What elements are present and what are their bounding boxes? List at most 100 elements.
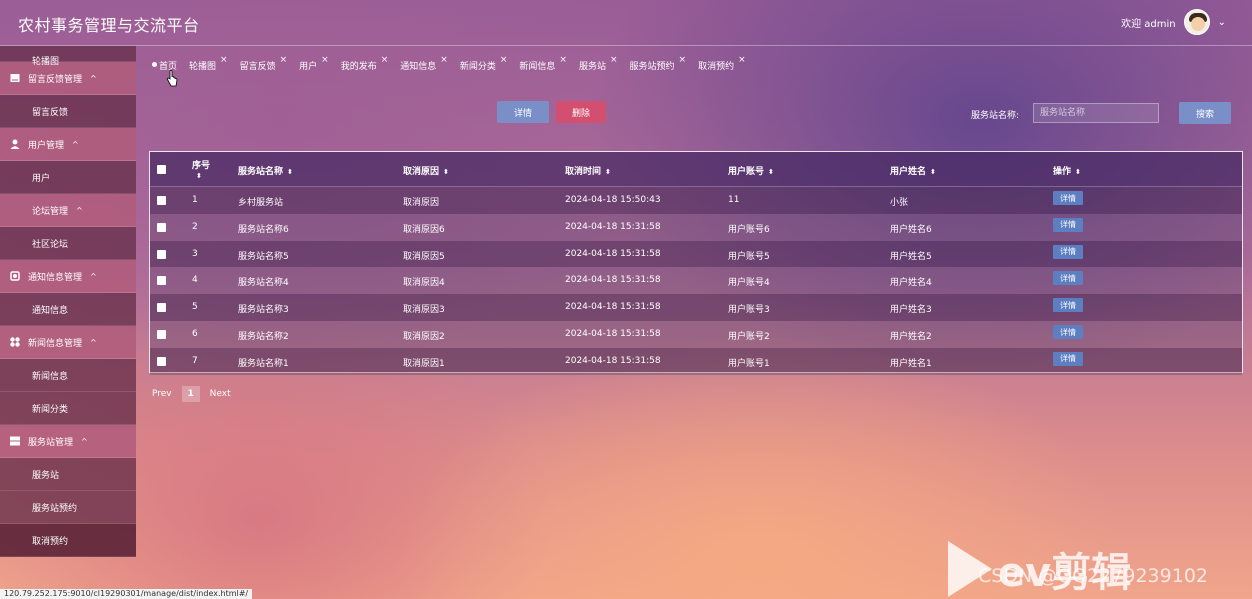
cell-reason: 取消原因1 (403, 358, 445, 369)
chevron-up-icon: ^ (90, 271, 97, 281)
detail-button[interactable]: 详情 (497, 101, 549, 123)
tab-notice[interactable]: 通知信息 × (400, 55, 448, 72)
tab-my-posts[interactable]: 我的发布 × (341, 55, 389, 72)
cell-station: 服务站名称5 (238, 251, 289, 262)
sidebar-group-forum[interactable]: 论坛管理 ^ (0, 194, 136, 227)
close-icon[interactable]: × (321, 55, 329, 65)
close-icon[interactable]: × (381, 55, 389, 65)
sidebar-item-label: 服务站预约 (32, 503, 78, 514)
sidebar-group-users[interactable]: 用户管理 ^ (0, 128, 136, 161)
tab-label: 留言反馈 (239, 61, 276, 72)
chevron-up-icon: ^ (76, 205, 83, 215)
chevron-up-icon: ^ (72, 139, 79, 149)
column-header-reason[interactable]: 取消原因 ⬍ (403, 164, 449, 177)
column-header-actions[interactable]: 操作 ⬍ (1053, 164, 1081, 177)
tab-news-category[interactable]: 新闻分类 × (460, 55, 508, 72)
close-icon[interactable]: × (610, 55, 618, 65)
sidebar-item-station[interactable]: 服务站 (0, 458, 136, 491)
sort-icon[interactable]: ⬍ (930, 168, 936, 176)
row-checkbox[interactable] (157, 249, 166, 259)
table-row[interactable]: 2 服务站名称6 取消原因6 2024-04-18 15:31:58 用户账号6… (150, 213, 1242, 241)
search-button[interactable]: 搜索 (1179, 102, 1231, 124)
cell-reason: 取消原因2 (403, 332, 445, 342)
sort-icon[interactable]: ⬍ (443, 168, 449, 176)
row-checkbox[interactable] (157, 276, 166, 286)
row-checkbox[interactable] (157, 222, 166, 232)
user-menu[interactable]: 欢迎 admin ⌄ (1121, 8, 1226, 36)
sidebar-item-news-category[interactable]: 新闻分类 (0, 392, 136, 425)
delete-button[interactable]: 删除 (556, 101, 606, 123)
sidebar-item-carousel[interactable]: 轮播图 (0, 46, 136, 67)
sidebar-item-users[interactable]: 用户 (0, 161, 136, 194)
status-bar-url: 120.79.252.175:9010/cl19290301/manage/di… (0, 589, 253, 599)
close-icon[interactable]: × (559, 55, 567, 65)
prev-page-link[interactable]: Prev (152, 389, 172, 399)
sort-icon[interactable]: ⬍ (605, 168, 611, 176)
row-checkbox[interactable] (157, 330, 166, 339)
sort-icon[interactable]: ⬍ (768, 168, 774, 176)
row-checkbox[interactable] (157, 356, 166, 366)
column-header-no[interactable]: 序号 (192, 158, 210, 171)
sort-icon[interactable]: ⬍ (196, 172, 202, 180)
tab-feedback[interactable]: 留言反馈 × (239, 55, 288, 72)
column-header-station[interactable]: 服务站名称 ⬍ (238, 164, 293, 177)
chevron-down-icon[interactable]: ⌄ (1218, 17, 1226, 28)
row-checkbox[interactable] (157, 196, 166, 205)
row-detail-button[interactable]: 详情 (1053, 217, 1083, 232)
active-dot-icon (152, 61, 157, 67)
row-detail-button[interactable]: 详情 (1053, 351, 1083, 366)
close-icon[interactable]: × (500, 55, 508, 65)
station-name-search-input[interactable] (1033, 103, 1159, 123)
table-row[interactable]: 6 服务站名称2 取消原因2 2024-04-18 15:31:58 用户账号2… (150, 321, 1242, 348)
sidebar-group-news[interactable]: 新闻信息管理 ^ (0, 326, 136, 359)
tab-station[interactable]: 服务站 × (579, 55, 618, 72)
cell-station: 服务站名称6 (238, 224, 289, 235)
sidebar-item-notice[interactable]: 通知信息 (0, 293, 136, 326)
page-number-current[interactable]: 1 (181, 386, 200, 402)
close-icon[interactable]: × (280, 55, 288, 65)
sort-icon[interactable]: ⬍ (1075, 168, 1081, 176)
tab-news[interactable]: 新闻信息 × (519, 55, 567, 72)
table-row[interactable]: 4 服务站名称4 取消原因4 2024-04-18 15:31:58 用户账号4… (150, 267, 1242, 295)
sidebar-item-station-booking[interactable]: 服务站预约 (0, 491, 136, 524)
sidebar-group-notice[interactable]: 通知信息管理 ^ (0, 260, 136, 293)
column-header-time[interactable]: 取消时间 ⬍ (565, 164, 611, 177)
close-icon[interactable]: × (440, 55, 448, 65)
tab-label: 新闻信息 (519, 61, 556, 72)
table-row[interactable]: 5 服务站名称3 取消原因3 2024-04-18 15:31:58 用户账号3… (150, 294, 1242, 321)
table-row[interactable]: 3 服务站名称5 取消原因5 2024-04-18 15:31:58 用户账号5… (150, 240, 1242, 268)
row-detail-button[interactable]: 详情 (1053, 325, 1083, 339)
sidebar-item-cancel-booking[interactable]: 取消预约 (0, 524, 136, 557)
close-icon[interactable]: × (679, 55, 687, 65)
tab-carousel[interactable]: 轮播图 × (189, 55, 228, 72)
sidebar-group-label: 通知信息管理 (28, 272, 83, 283)
sidebar-item-label: 用户 (32, 173, 51, 184)
column-header-account[interactable]: 用户账号 ⬍ (728, 164, 774, 177)
sidebar-item-news[interactable]: 新闻信息 (0, 359, 136, 392)
sidebar-group-label: 留言反馈管理 (28, 74, 83, 85)
mouse-cursor-icon (166, 70, 178, 87)
row-detail-button[interactable]: 详情 (1053, 191, 1083, 205)
select-all-checkbox[interactable] (157, 165, 166, 174)
sidebar-group-feedback[interactable]: 留言反馈管理 ^ (0, 62, 136, 95)
tab-station-booking[interactable]: 服务站预约 × (630, 55, 687, 72)
sidebar-group-station[interactable]: 服务站管理 ^ (0, 425, 136, 458)
row-detail-button[interactable]: 详情 (1053, 271, 1083, 286)
tab-label: 用户 (299, 61, 318, 72)
tab-users[interactable]: 用户 × (299, 55, 329, 72)
sidebar-item-feedback[interactable]: 留言反馈 (0, 95, 136, 128)
column-header-name[interactable]: 用户姓名 ⬍ (890, 164, 936, 177)
table-row[interactable]: 1 乡村服务站 取消原因 2024-04-18 15:50:43 11 小张 详… (150, 187, 1242, 214)
sort-icon[interactable]: ⬍ (287, 168, 293, 176)
row-checkbox[interactable] (157, 303, 166, 313)
tab-cancel-booking[interactable]: 取消预约 × (698, 55, 746, 72)
next-page-link[interactable]: Next (210, 389, 231, 399)
row-detail-button[interactable]: 详情 (1053, 298, 1083, 313)
row-detail-button[interactable]: 详情 (1053, 244, 1083, 259)
table-row[interactable]: 7 服务站名称1 取消原因1 2024-04-18 15:31:58 用户账号1… (150, 347, 1242, 375)
pagination: Prev 1 Next (152, 386, 231, 402)
sidebar-item-community-forum[interactable]: 社区论坛 (0, 227, 136, 260)
close-icon[interactable]: × (738, 55, 746, 65)
close-icon[interactable]: × (220, 55, 228, 65)
avatar[interactable] (1183, 9, 1210, 35)
